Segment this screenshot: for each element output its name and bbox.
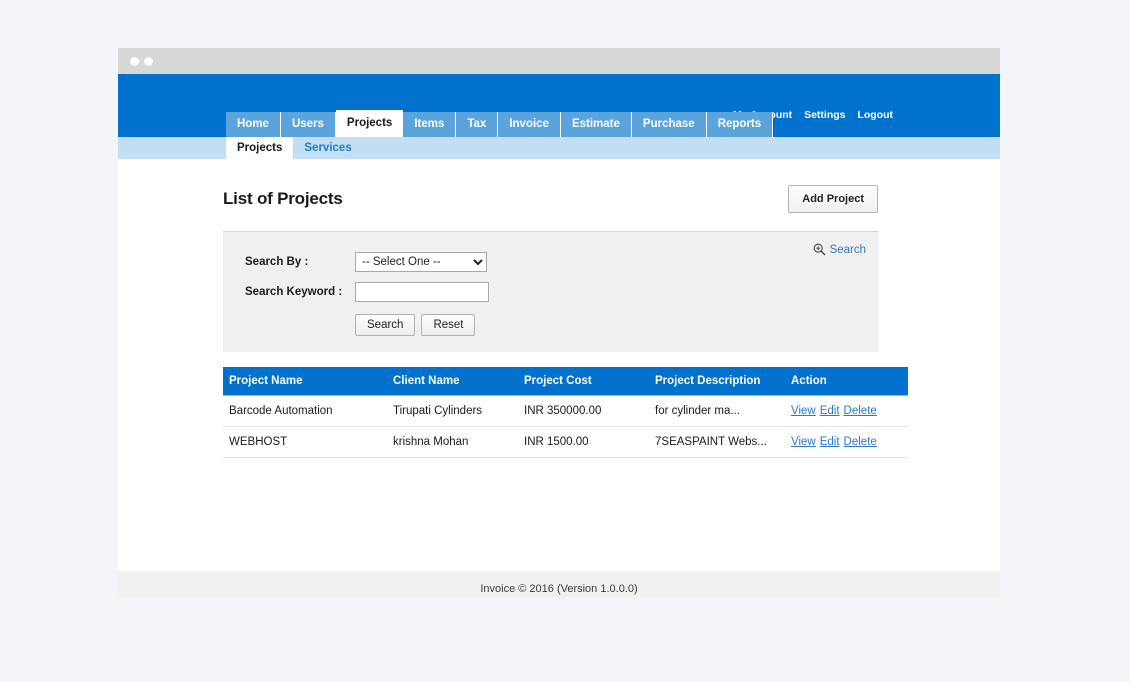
- logout-link[interactable]: Logout: [857, 109, 893, 121]
- table-row: WEBHOST krishna Mohan INR 1500.00 7SEASP…: [223, 427, 908, 458]
- table-head: Project Name Client Name Project Cost Pr…: [223, 367, 908, 396]
- window-dot-close[interactable]: [130, 57, 139, 66]
- reset-button[interactable]: Reset: [421, 314, 475, 336]
- search-by-row: Search By : -- Select One --: [233, 252, 864, 272]
- add-project-button[interactable]: Add Project: [788, 185, 878, 213]
- browser-window: My Account Settings Logout Home Users Pr…: [118, 48, 1000, 571]
- magnifier-zoom-in-icon: [813, 243, 826, 256]
- content-inner: List of Projects Add Project: [223, 159, 878, 458]
- search-toggle-link[interactable]: Search: [813, 243, 866, 256]
- search-keyword-row: Search Keyword :: [233, 282, 864, 302]
- view-link[interactable]: View: [791, 436, 816, 448]
- cell-project-name: WEBHOST: [223, 427, 387, 458]
- search-panel: Search Search By : -- Select One -- Sear…: [223, 231, 878, 352]
- search-by-select[interactable]: -- Select One --: [355, 252, 487, 272]
- search-by-label: Search By :: [233, 256, 355, 268]
- page-title: List of Projects: [223, 189, 343, 209]
- search-buttons: Search Reset: [233, 314, 864, 336]
- cell-project-description: 7SEASPAINT Webs...: [649, 427, 785, 458]
- tab-items[interactable]: Items: [403, 112, 456, 137]
- subtab-services[interactable]: Services: [293, 137, 362, 159]
- subtab-projects[interactable]: Projects: [226, 137, 293, 159]
- window-dot-minimize[interactable]: [144, 57, 153, 66]
- cell-project-description: for cylinder ma...: [649, 396, 785, 427]
- tab-estimate[interactable]: Estimate: [561, 112, 632, 137]
- search-keyword-input[interactable]: [355, 282, 489, 302]
- search-toggle-label: Search: [830, 244, 866, 256]
- table-header-row: Project Name Client Name Project Cost Pr…: [223, 367, 908, 396]
- app-header: My Account Settings Logout Home Users Pr…: [118, 74, 1000, 137]
- view-link[interactable]: View: [791, 405, 816, 417]
- footer-area: Invoice © 2016 (Version 1.0.0.0): [118, 571, 1000, 597]
- tab-purchase[interactable]: Purchase: [632, 112, 707, 137]
- column-project-name[interactable]: Project Name: [223, 367, 387, 396]
- edit-link[interactable]: Edit: [820, 405, 840, 417]
- tab-tax[interactable]: Tax: [456, 112, 498, 137]
- content-area: List of Projects Add Project: [118, 159, 1000, 458]
- settings-link[interactable]: Settings: [804, 109, 845, 121]
- column-action[interactable]: Action: [785, 367, 908, 396]
- cell-actions: View Edit Delete: [785, 396, 908, 427]
- window-titlebar: [118, 48, 1000, 74]
- cell-project-cost: INR 1500.00: [518, 427, 649, 458]
- cell-project-name: Barcode Automation: [223, 396, 387, 427]
- tab-users[interactable]: Users: [281, 112, 336, 137]
- cell-client-name: krishna Mohan: [387, 427, 518, 458]
- search-button[interactable]: Search: [355, 314, 415, 336]
- title-row: List of Projects Add Project: [223, 159, 878, 231]
- cell-client-name: Tirupati Cylinders: [387, 396, 518, 427]
- column-project-description[interactable]: Project Description: [649, 367, 785, 396]
- column-client-name[interactable]: Client Name: [387, 367, 518, 396]
- table-body: Barcode Automation Tirupati Cylinders IN…: [223, 396, 908, 458]
- main-nav-tabs: Home Users Projects Items Tax Invoice Es…: [226, 110, 773, 137]
- edit-link[interactable]: Edit: [820, 436, 840, 448]
- search-keyword-label: Search Keyword :: [233, 286, 355, 298]
- app-page: My Account Settings Logout Home Users Pr…: [118, 74, 1000, 571]
- tab-home[interactable]: Home: [226, 112, 281, 137]
- table-row: Barcode Automation Tirupati Cylinders IN…: [223, 396, 908, 427]
- tab-invoice[interactable]: Invoice: [498, 112, 561, 137]
- projects-table: Project Name Client Name Project Cost Pr…: [223, 367, 908, 458]
- delete-link[interactable]: Delete: [844, 436, 877, 448]
- tab-projects[interactable]: Projects: [336, 110, 403, 137]
- delete-link[interactable]: Delete: [844, 405, 877, 417]
- tab-reports[interactable]: Reports: [707, 112, 773, 137]
- footer-text: Invoice © 2016 (Version 1.0.0.0): [118, 571, 1000, 595]
- cell-actions: View Edit Delete: [785, 427, 908, 458]
- cell-project-cost: INR 350000.00: [518, 396, 649, 427]
- sub-nav: Projects Services: [118, 137, 1000, 159]
- column-project-cost[interactable]: Project Cost: [518, 367, 649, 396]
